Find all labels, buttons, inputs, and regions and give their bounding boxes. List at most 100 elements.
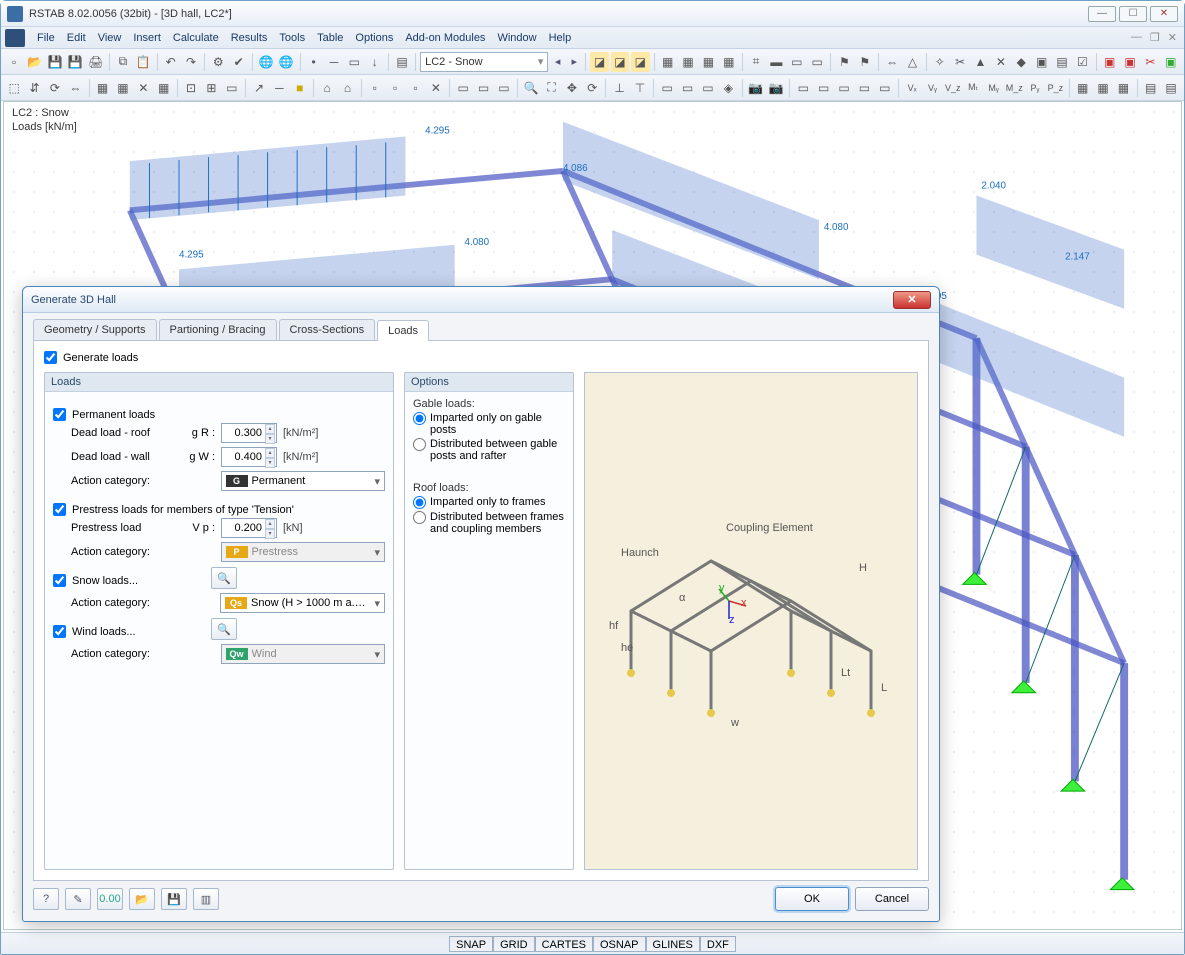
- new-icon[interactable]: ▫: [5, 52, 23, 72]
- minimize-button[interactable]: —: [1088, 6, 1116, 22]
- menu-window[interactable]: Window: [491, 28, 542, 48]
- edit-a-icon[interactable]: ▦: [93, 78, 111, 98]
- xtool7-icon[interactable]: ▤: [1053, 52, 1071, 72]
- mt-icon[interactable]: Mₜ: [964, 78, 982, 98]
- cam-icon[interactable]: 📷: [746, 78, 764, 98]
- my-icon[interactable]: Mᵧ: [984, 78, 1002, 98]
- visibility-c-icon[interactable]: ◪: [631, 52, 649, 72]
- render-b-icon[interactable]: ▦: [679, 52, 697, 72]
- mz-icon[interactable]: M_z: [1005, 78, 1024, 98]
- roof-opt2-radio[interactable]: [413, 511, 426, 524]
- edit-c-icon[interactable]: ✕: [134, 78, 152, 98]
- tab-sections[interactable]: Cross-Sections: [279, 319, 376, 340]
- sel-icon[interactable]: ⬚: [5, 78, 23, 98]
- dim-icon[interactable]: ⇔: [883, 52, 901, 72]
- axis-v-icon[interactable]: ⊥: [610, 78, 628, 98]
- cancel-button[interactable]: Cancel: [855, 887, 929, 911]
- gable-opt1-radio[interactable]: [413, 412, 426, 425]
- saveall-icon[interactable]: 💾: [66, 52, 84, 72]
- zoomfit-icon[interactable]: ⛶: [542, 78, 560, 98]
- red-c-icon[interactable]: ✂: [1141, 52, 1159, 72]
- menu-help[interactable]: Help: [543, 28, 578, 48]
- misc-c-icon[interactable]: ▫: [406, 78, 424, 98]
- render-d-icon[interactable]: ▦: [720, 52, 738, 72]
- node-icon[interactable]: •: [304, 52, 322, 72]
- menu-insert[interactable]: Insert: [127, 28, 167, 48]
- gable-opt2-radio[interactable]: [413, 438, 426, 451]
- zoom-icon[interactable]: 🔍: [522, 78, 540, 98]
- load-icon[interactable]: ↓: [366, 52, 384, 72]
- mirror-icon[interactable]: ⇔: [66, 78, 84, 98]
- ok-button[interactable]: OK: [775, 887, 849, 911]
- copy-icon[interactable]: ⧉: [114, 52, 132, 72]
- line-icon[interactable]: ─: [270, 78, 288, 98]
- spin-down-icon[interactable]: ▾: [265, 434, 275, 444]
- status-grid[interactable]: GRID: [493, 936, 535, 952]
- tab-geometry[interactable]: Geometry / Supports: [33, 319, 157, 340]
- roof-opt1-radio[interactable]: [413, 496, 426, 509]
- menu-view[interactable]: View: [92, 28, 128, 48]
- spin-down-icon[interactable]: ▾: [265, 458, 275, 468]
- ry-e-icon[interactable]: ▭: [876, 78, 894, 98]
- dialog-close-button[interactable]: ✕: [893, 291, 931, 309]
- vz-icon[interactable]: V_z: [944, 78, 962, 98]
- support-icon[interactable]: △: [903, 52, 921, 72]
- pan-icon[interactable]: ✥: [563, 78, 581, 98]
- camset-icon[interactable]: 📷: [767, 78, 785, 98]
- py-icon[interactable]: Pᵧ: [1026, 78, 1044, 98]
- arrow-icon[interactable]: ↗: [250, 78, 268, 98]
- red-b-icon[interactable]: ▣: [1121, 52, 1139, 72]
- view-a-icon[interactable]: ▭: [454, 78, 472, 98]
- print-icon[interactable]: 🖨: [87, 52, 105, 72]
- tab-loads[interactable]: Loads: [377, 320, 429, 341]
- misc-a-icon[interactable]: ▫: [366, 78, 384, 98]
- menu-file[interactable]: File: [31, 28, 61, 48]
- ry-a-icon[interactable]: ▭: [794, 78, 812, 98]
- menu-addon[interactable]: Add-on Modules: [399, 28, 491, 48]
- shift-icon[interactable]: ⇵: [25, 78, 43, 98]
- edit-d-icon[interactable]: ▦: [155, 78, 173, 98]
- res-b-icon[interactable]: ▦: [1094, 78, 1112, 98]
- misc-b-icon[interactable]: ▫: [386, 78, 404, 98]
- green-icon[interactable]: ▣: [1162, 52, 1180, 72]
- res-a-icon[interactable]: ▦: [1073, 78, 1091, 98]
- menu-calculate[interactable]: Calculate: [167, 28, 225, 48]
- menu-table[interactable]: Table: [311, 28, 349, 48]
- mdi-restore[interactable]: ❐: [1147, 31, 1163, 44]
- wind-checkbox[interactable]: [53, 625, 66, 638]
- undo-icon[interactable]: ↶: [161, 52, 179, 72]
- open-button[interactable]: 📂: [129, 888, 155, 910]
- globe-icon[interactable]: 🌐: [257, 52, 275, 72]
- filter-b-icon[interactable]: ⚑: [856, 52, 874, 72]
- frame-icon[interactable]: ⌗: [747, 52, 765, 72]
- calc-icon[interactable]: ⚙: [209, 52, 227, 72]
- section-icon[interactable]: ▭: [345, 52, 363, 72]
- loadcase-combo[interactable]: LC2 - Snow ▾: [420, 52, 548, 72]
- spin-down-icon[interactable]: ▾: [265, 529, 275, 539]
- savecfg-button[interactable]: 💾: [161, 888, 187, 910]
- menu-results[interactable]: Results: [225, 28, 274, 48]
- menu-tools[interactable]: Tools: [273, 28, 311, 48]
- permanent-loads-checkbox[interactable]: [53, 408, 66, 421]
- axis-h-icon[interactable]: ⊤: [631, 78, 649, 98]
- spin-up-icon[interactable]: ▴: [265, 519, 275, 529]
- tabletoggle-icon[interactable]: ▤: [393, 52, 411, 72]
- snap-b-icon[interactable]: ⊞: [202, 78, 220, 98]
- vy-icon[interactable]: Vᵧ: [923, 78, 941, 98]
- red-a-icon[interactable]: ▣: [1100, 52, 1118, 72]
- member-icon[interactable]: ─: [325, 52, 343, 72]
- ry-d-icon[interactable]: ▭: [855, 78, 873, 98]
- res-e-icon[interactable]: ▤: [1162, 78, 1180, 98]
- globeplus-icon[interactable]: 🌐: [277, 52, 295, 72]
- gate-a-icon[interactable]: ⌂: [318, 78, 336, 98]
- res-c-icon[interactable]: ▦: [1114, 78, 1132, 98]
- help-button[interactable]: ?: [33, 888, 59, 910]
- xtool3-icon[interactable]: ▲: [971, 52, 989, 72]
- snow-settings-button[interactable]: 🔍: [211, 567, 237, 589]
- rot-icon[interactable]: ⟳: [46, 78, 64, 98]
- lc-next[interactable]: ▸: [567, 53, 582, 71]
- defaults-button[interactable]: 0.00: [97, 888, 123, 910]
- render-a-icon[interactable]: ▦: [658, 52, 676, 72]
- status-snap[interactable]: SNAP: [449, 936, 493, 952]
- snow-cat-combo[interactable]: Qs Snow (H > 1000 m a.s.l.) ▾: [220, 593, 385, 613]
